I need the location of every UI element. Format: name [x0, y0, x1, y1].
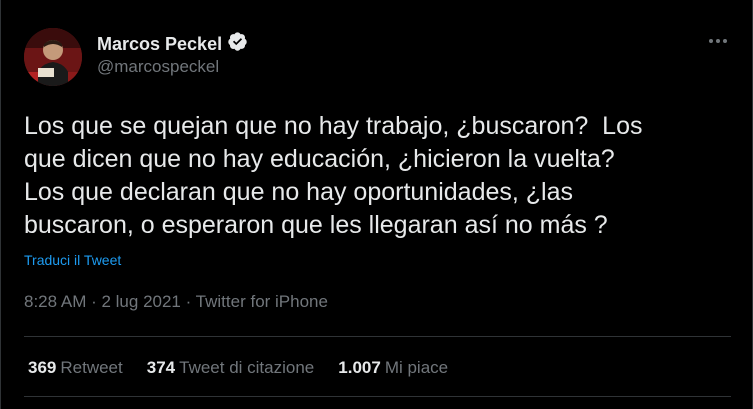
divider [24, 396, 731, 397]
divider [24, 336, 731, 337]
author-name-row: Marcos Peckel [97, 31, 248, 57]
stat-label: Mi piace [384, 358, 449, 377]
verified-badge-icon [222, 31, 248, 57]
quote-tweet-count[interactable]: 374 Tweet di citazione [147, 358, 315, 378]
engagement-stats: 369 Retweet 374 Tweet di citazione 1.007 Mi… [28, 358, 472, 378]
tweet-card: Marcos Peckel @marcospeckel Los que se q… [0, 0, 753, 409]
author-handle[interactable]: @marcospeckel [97, 57, 219, 77]
stat-label: Retweet [60, 358, 123, 377]
tweet-timestamp[interactable]: 8:28 AM · 2 lug 2021 · Twitter for iPhon… [24, 292, 328, 312]
stat-label: Tweet di citazione [179, 358, 315, 377]
avatar-image [24, 28, 82, 86]
like-count[interactable]: 1.007 Mi piace [338, 358, 448, 378]
stat-count: 374 [146, 358, 176, 377]
more-horizontal-icon[interactable] [707, 30, 729, 52]
translate-tweet-link[interactable]: Traduci il Tweet [24, 252, 121, 268]
tweet-text: Los que se quejan que no hay trabajo, ¿b… [24, 112, 643, 239]
avatar[interactable] [24, 28, 82, 86]
retweet-count[interactable]: 369 Retweet [28, 358, 123, 378]
author-name[interactable]: Marcos Peckel [97, 34, 222, 55]
stat-count: 1.007 [338, 358, 381, 377]
stat-count: 369 [28, 358, 57, 377]
